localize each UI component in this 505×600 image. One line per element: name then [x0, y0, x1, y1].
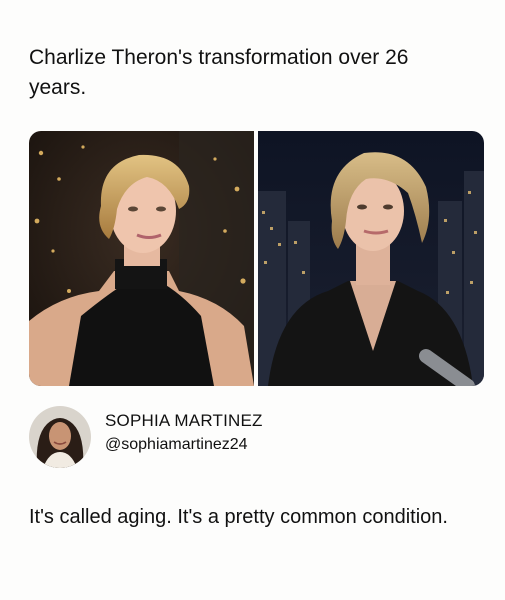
photo-comparison [29, 131, 484, 386]
reply-author[interactable]: SOPHIA MARTINEZ @sophiamartinez24 [29, 406, 469, 468]
author-handle[interactable]: @sophiamartinez24 [105, 436, 248, 454]
avatar[interactable] [29, 406, 91, 468]
reply-text: It's called aging. It's a pretty common … [29, 506, 448, 528]
photo-before[interactable] [29, 131, 254, 386]
post-caption: Charlize Theron's transformation over 26… [29, 46, 409, 99]
photo-after[interactable] [258, 131, 484, 386]
author-name[interactable]: SOPHIA MARTINEZ [105, 411, 263, 431]
